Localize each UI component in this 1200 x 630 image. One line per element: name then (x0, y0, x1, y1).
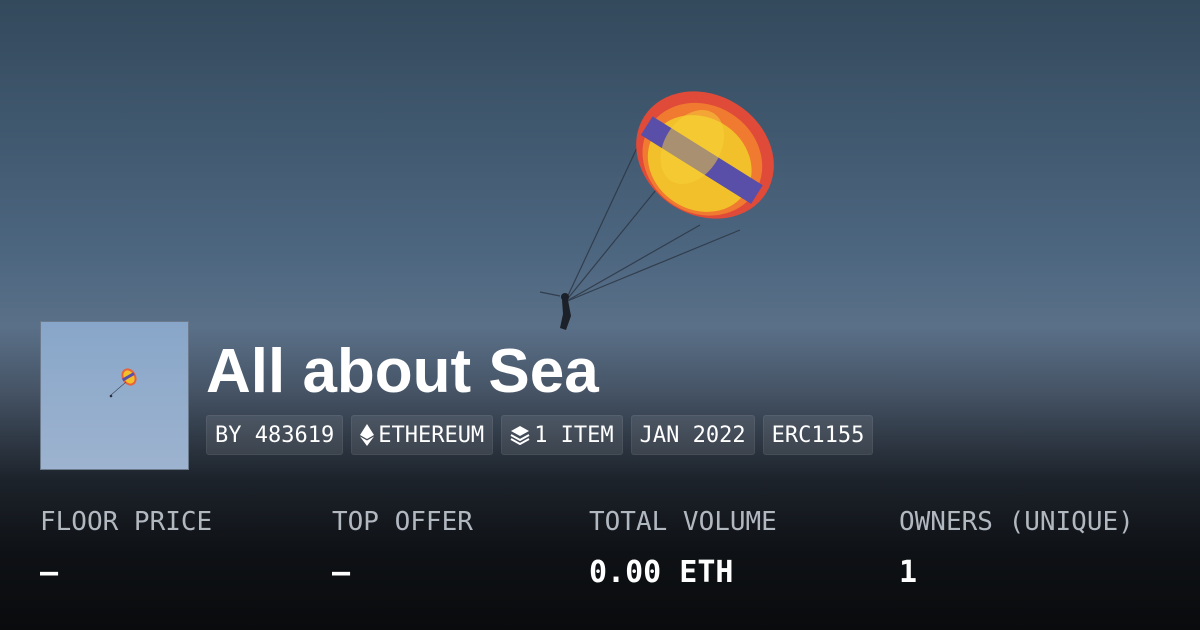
stat-floor-price: FLOOR PRICE – (40, 505, 212, 591)
stat-total-volume: TOTAL VOLUME 0.00 ETH (589, 505, 777, 591)
stat-owners: OWNERS (UNIQUE) 1 (899, 505, 1134, 591)
stat-label: TOTAL VOLUME (589, 507, 777, 537)
item-count-label: 1 ITEM (534, 422, 614, 448)
stat-label: TOP OFFER (332, 507, 473, 537)
stat-value: – (40, 555, 59, 590)
collection-thumbnail (40, 321, 189, 470)
chain-label: ETHEREUM (378, 422, 485, 448)
collection-meta: BY 483619 ETHEREUM 1 ITEM JAN 2022 ERC11… (206, 415, 874, 455)
collection-title: All about Sea (206, 337, 599, 406)
created-date-label: JAN 2022 (639, 422, 746, 448)
creator-label: BY 483619 (215, 422, 335, 448)
stat-value: 1 (899, 555, 918, 590)
created-date-chip: JAN 2022 (630, 415, 755, 455)
ethereum-icon (360, 424, 375, 446)
layers-icon (510, 425, 530, 445)
chain-chip: ETHEREUM (351, 415, 494, 455)
items-chip: 1 ITEM (501, 415, 623, 455)
token-standard-chip: ERC1155 (762, 415, 874, 455)
stat-label: OWNERS (UNIQUE) (899, 507, 1134, 537)
creator-chip[interactable]: BY 483619 (206, 415, 344, 455)
stat-value: 0.00 ETH (589, 555, 734, 590)
stat-value: – (332, 555, 351, 590)
thumbnail-artwork (109, 368, 137, 398)
stat-top-offer: TOP OFFER – (332, 505, 473, 591)
stat-label: FLOOR PRICE (40, 507, 213, 537)
token-standard-label: ERC1155 (771, 422, 865, 448)
